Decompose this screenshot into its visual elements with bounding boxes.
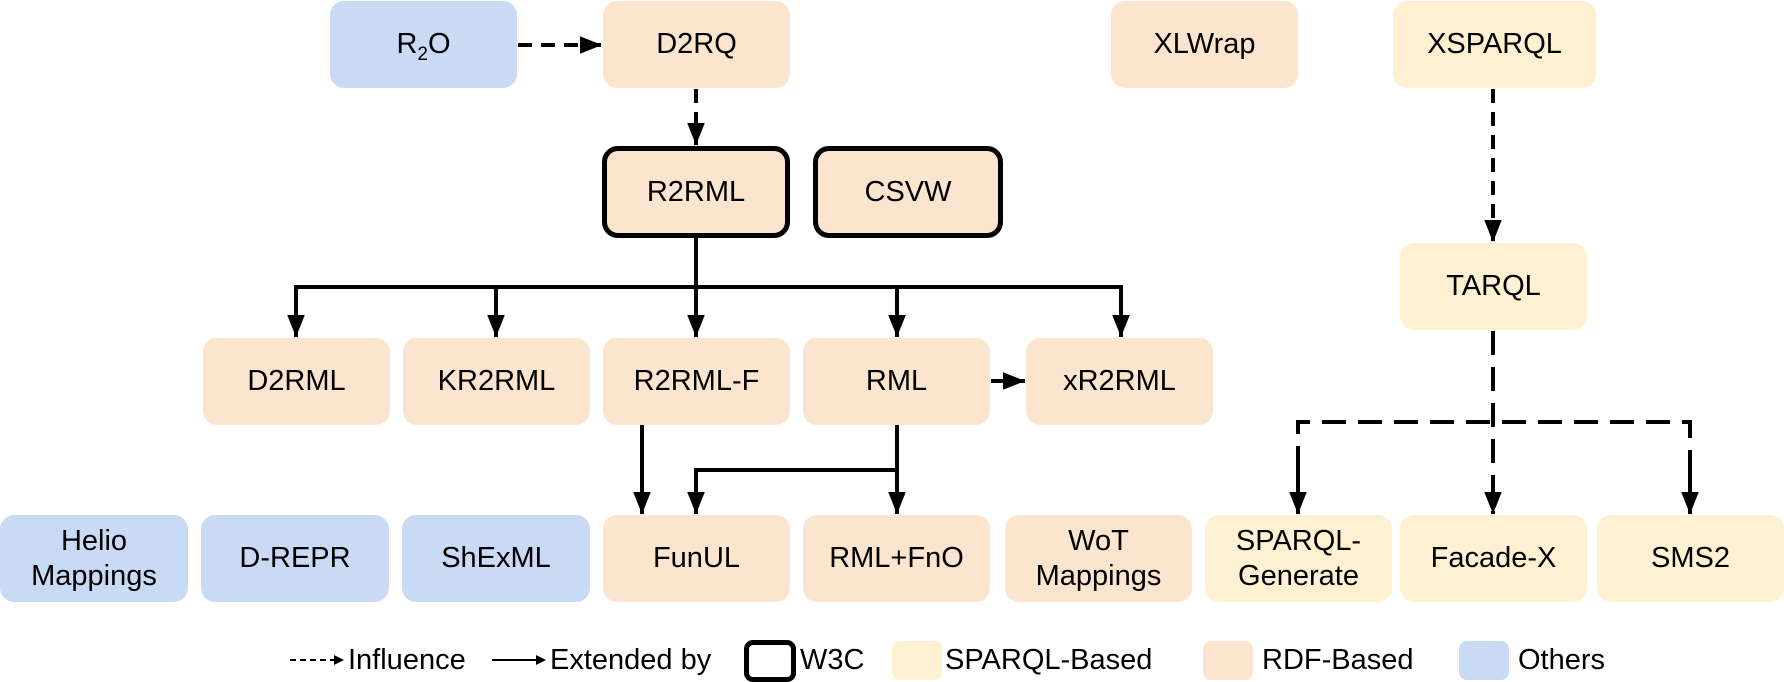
node-helio-line1: Helio [60, 524, 128, 557]
node-shexml: ShExML [402, 515, 590, 602]
node-r2o: R2O [330, 1, 517, 88]
node-kr2rml: KR2RML [403, 338, 590, 425]
legend-rdf-based-swatch [1203, 641, 1253, 680]
legend-influence-icon [290, 655, 344, 665]
node-xlwrap: XLWrap [1111, 1, 1298, 88]
node-wot-mappings: WoT Mappings [1005, 515, 1192, 602]
legend: Influence Extended by W3C SPARQL-Based R… [0, 638, 1784, 682]
node-sparql-generate-line2: Generate [1238, 559, 1359, 592]
node-d-repr: D-REPR [201, 515, 389, 602]
node-funul: FunUL [603, 515, 790, 602]
legend-extended-by-icon [492, 655, 546, 665]
node-r2rml: R2RML [602, 146, 790, 238]
legend-influence-label: Influence [348, 643, 466, 676]
node-d2rml: D2RML [203, 338, 390, 425]
node-rml-fno: RML+FnO [803, 515, 990, 602]
legend-w3c-swatch [744, 640, 796, 682]
node-wot-line2: Mappings [1035, 559, 1162, 592]
node-sms2: SMS2 [1597, 515, 1784, 602]
legend-sparql-based-label: SPARQL-Based [945, 643, 1153, 676]
node-sparql-generate: SPARQL- Generate [1205, 515, 1392, 602]
node-helio-line2: Mappings [31, 559, 157, 592]
legend-others-swatch [1459, 641, 1509, 680]
node-xr2rml: xR2RML [1026, 338, 1213, 425]
node-rml: RML [803, 338, 990, 425]
legend-rdf-based-label: RDF-Based [1262, 643, 1414, 676]
edge-rml-funul [687, 468, 897, 514]
node-tarql: TARQL [1400, 243, 1587, 330]
node-csvw: CSVW [813, 146, 1003, 238]
node-helio-mappings: Helio Mappings [0, 515, 188, 602]
node-d2rq: D2RQ [603, 1, 790, 88]
mapping-languages-diagram: R2O D2RQ XLWrap XSPARQL R2RML CSVW TARQL… [0, 0, 1784, 682]
node-facade-x: Facade-X [1400, 515, 1587, 602]
node-wot-line1: WoT [1068, 524, 1129, 557]
legend-others-label: Others [1518, 643, 1606, 676]
node-xsparql: XSPARQL [1393, 1, 1596, 88]
legend-extended-by-label: Extended by [550, 643, 712, 676]
node-r2rml-f: R2RML-F [603, 338, 790, 425]
legend-sparql-based-swatch [892, 641, 942, 680]
node-sparql-generate-line1: SPARQL- [1235, 524, 1362, 557]
legend-w3c-label: W3C [800, 643, 865, 676]
node-r2o-label: R2O [396, 28, 451, 65]
